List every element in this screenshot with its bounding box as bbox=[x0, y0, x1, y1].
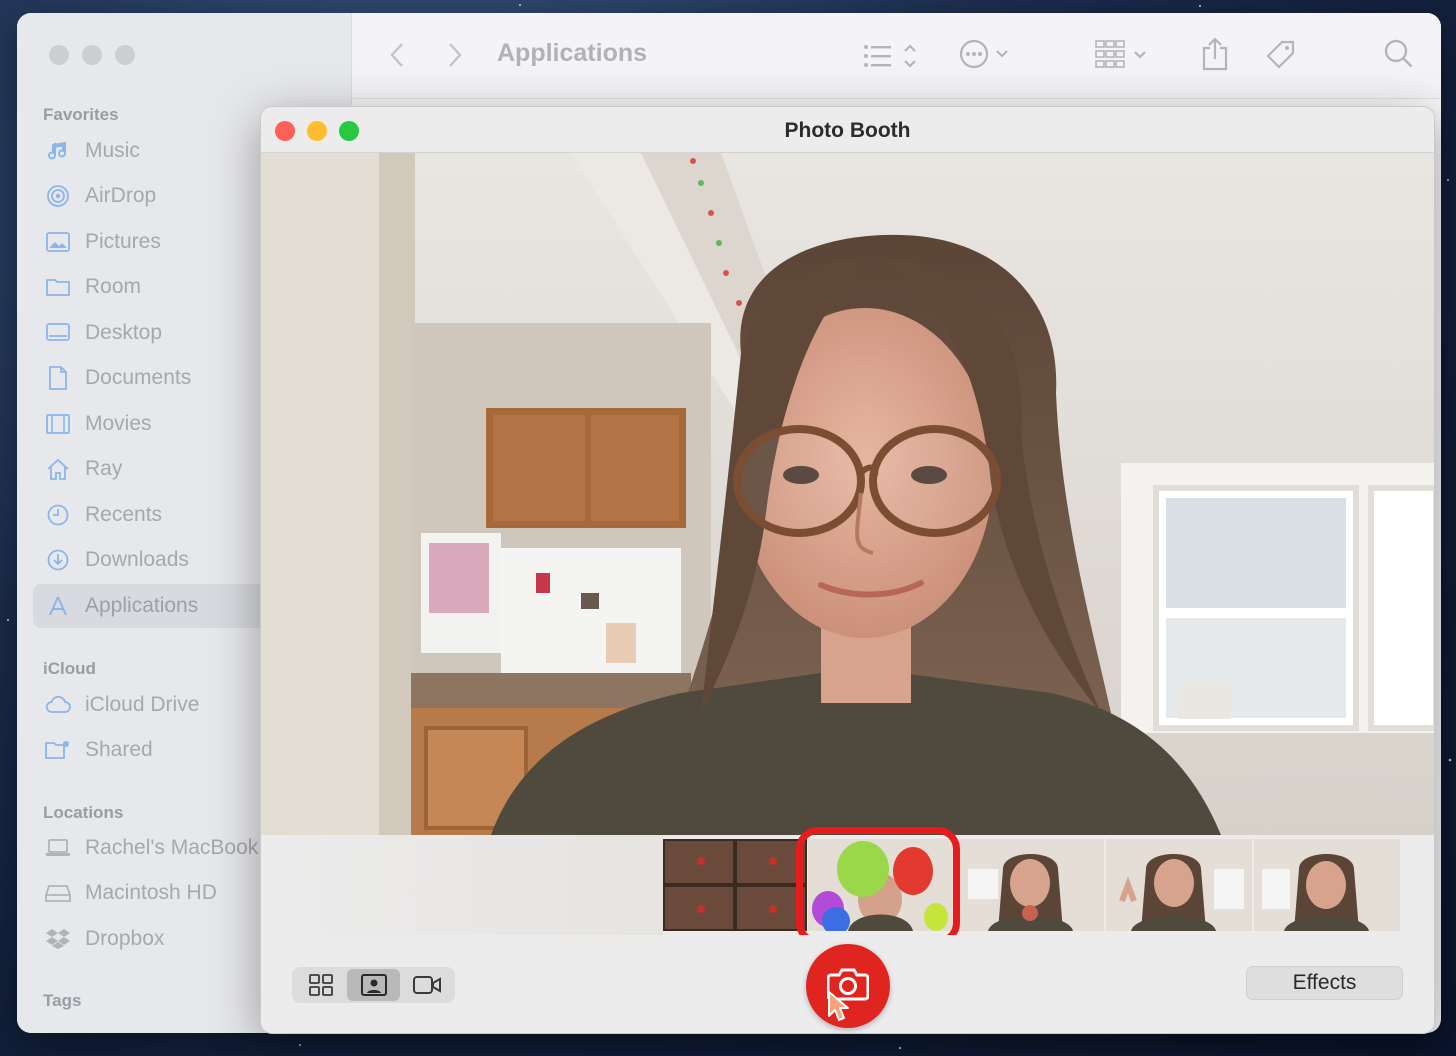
finder-window-title: Applications bbox=[497, 39, 648, 67]
sidebar-item-label: Pictures bbox=[85, 230, 161, 253]
view-mode-selector bbox=[292, 967, 455, 1003]
sidebar-section-locations: Locations bbox=[43, 803, 124, 822]
thumbnail-strip-empty-area bbox=[261, 835, 663, 935]
sidebar-item-label: Macintosh HD bbox=[85, 881, 217, 904]
effects-button[interactable]: Effects bbox=[1246, 966, 1403, 1000]
sidebar-item-label: Shared bbox=[85, 738, 153, 761]
thumbnail-image bbox=[808, 839, 953, 931]
sidebar-item-label: Downloads bbox=[85, 548, 189, 571]
grid-view-icon[interactable] bbox=[294, 969, 347, 1001]
list-view-icon[interactable] bbox=[863, 41, 923, 71]
video-icon[interactable] bbox=[400, 969, 453, 1001]
thumbnail-image bbox=[958, 839, 1104, 931]
pictures-icon bbox=[45, 230, 71, 254]
document-icon bbox=[45, 366, 71, 390]
back-chevron-icon[interactable] bbox=[389, 41, 405, 69]
sidebar-item-label: AirDrop bbox=[85, 184, 157, 207]
forward-chevron-icon[interactable] bbox=[447, 41, 463, 69]
download-icon bbox=[45, 548, 71, 572]
home-icon bbox=[45, 457, 71, 481]
thumbnail-item[interactable] bbox=[1254, 839, 1400, 931]
thumbnail-image bbox=[663, 839, 807, 931]
sidebar-section-icloud: iCloud bbox=[43, 659, 96, 678]
sidebar-item-label: Rachel's MacBook bbox=[85, 836, 259, 859]
camera-preview bbox=[261, 153, 1434, 835]
dropbox-icon bbox=[45, 927, 71, 951]
search-icon[interactable] bbox=[1384, 39, 1414, 69]
single-photo-icon[interactable] bbox=[347, 969, 400, 1001]
thumbnail-item[interactable] bbox=[1106, 839, 1252, 931]
thumbnail-item-selected[interactable] bbox=[808, 839, 953, 931]
sidebar-item-label: Recents bbox=[85, 503, 163, 526]
disk-icon bbox=[45, 881, 71, 905]
airdrop-icon bbox=[45, 184, 71, 208]
sidebar-item-label: Desktop bbox=[85, 321, 163, 344]
clock-icon bbox=[45, 503, 71, 527]
camera-feed-image bbox=[261, 153, 1434, 835]
cloud-icon bbox=[45, 693, 71, 717]
music-note-icon bbox=[45, 139, 71, 163]
thumbnail-item[interactable] bbox=[958, 839, 1104, 931]
group-view-icon[interactable] bbox=[1095, 39, 1155, 71]
thumbnail-item[interactable] bbox=[663, 839, 807, 931]
desktop-icon bbox=[45, 321, 71, 345]
finder-window-controls bbox=[49, 45, 135, 65]
film-icon bbox=[45, 412, 71, 436]
photo-thumbnail-strip bbox=[261, 835, 1434, 935]
more-actions-icon[interactable] bbox=[959, 39, 1019, 69]
applications-icon bbox=[45, 594, 71, 618]
sidebar-section-favorites: Favorites bbox=[43, 105, 119, 124]
shared-folder-icon bbox=[45, 738, 71, 762]
finder-close-button[interactable] bbox=[49, 45, 69, 65]
finder-toolbar: Applications bbox=[353, 13, 1441, 99]
sidebar-section-tags: Tags bbox=[43, 991, 82, 1010]
finder-zoom-button[interactable] bbox=[115, 45, 135, 65]
sidebar-item-label: Room bbox=[85, 275, 142, 298]
folder-icon bbox=[45, 275, 71, 299]
photo-booth-titlebar: Photo Booth bbox=[261, 107, 1434, 153]
thumbnail-image bbox=[1254, 839, 1400, 931]
photo-booth-title: Photo Booth bbox=[784, 119, 911, 142]
sidebar-item-label: Ray bbox=[85, 457, 123, 480]
tag-icon[interactable] bbox=[1265, 39, 1297, 71]
sidebar-item-label: Music bbox=[85, 139, 140, 162]
sidebar-item-label: Documents bbox=[85, 366, 192, 389]
sidebar-item-label: Movies bbox=[85, 412, 152, 435]
laptop-icon bbox=[45, 836, 71, 860]
photo-booth-window: Photo Booth Effects bbox=[260, 106, 1435, 1034]
finder-minimize-button[interactable] bbox=[82, 45, 102, 65]
sidebar-item-label: iCloud Drive bbox=[85, 693, 200, 716]
sidebar-item-label: Dropbox bbox=[85, 927, 165, 950]
thumbnail-image bbox=[1106, 839, 1252, 931]
share-icon[interactable] bbox=[1201, 37, 1229, 71]
sidebar-item-label: Applications bbox=[85, 594, 199, 617]
mouse-cursor-icon bbox=[828, 991, 849, 1021]
